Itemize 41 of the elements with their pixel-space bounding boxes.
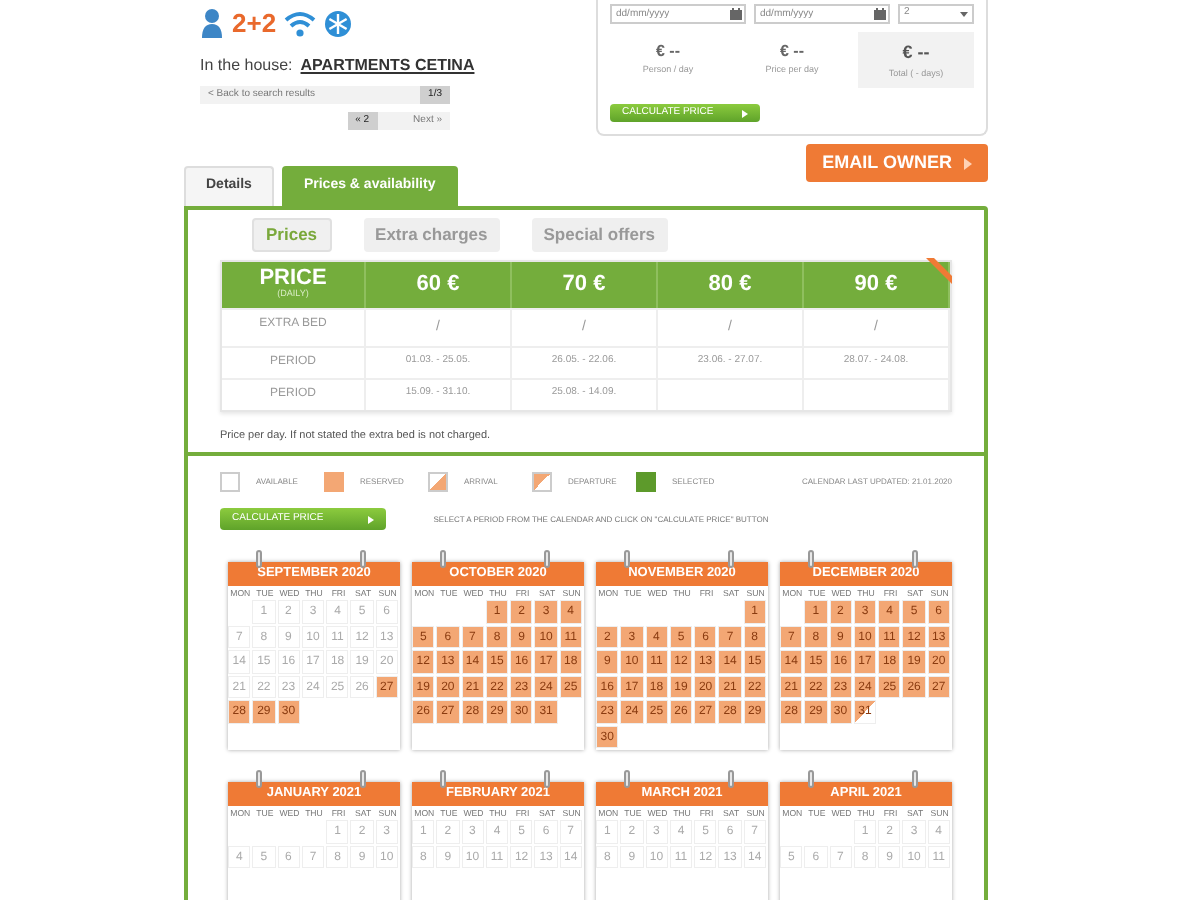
binder-ring-icon bbox=[360, 770, 366, 789]
play-icon bbox=[367, 515, 374, 524]
house-label: In the house: bbox=[200, 54, 293, 78]
play-icon bbox=[741, 109, 748, 118]
binder-ring-icon bbox=[808, 770, 814, 789]
binder-ring-icon bbox=[624, 550, 630, 569]
house-link[interactable]: APARTMENTS CETINA bbox=[300, 54, 475, 78]
email-owner-button[interactable]: EMAIL OWNER bbox=[806, 144, 988, 183]
binder-ring-icon bbox=[440, 770, 446, 789]
binder-ring-icon bbox=[728, 550, 734, 569]
binder-ring-icon bbox=[808, 550, 814, 569]
calendar-icon bbox=[730, 8, 742, 20]
binder-ring-icon bbox=[912, 550, 918, 569]
wifi-icon bbox=[284, 9, 317, 37]
binder-ring-icon bbox=[440, 550, 446, 569]
corner-ribbon-icon bbox=[926, 257, 952, 283]
subtab[interactable]: Extra charges bbox=[363, 217, 500, 251]
guest-count: 2+2 bbox=[232, 10, 277, 36]
binder-ring-icon bbox=[256, 770, 262, 789]
price-title: PRICE bbox=[257, 268, 329, 291]
price-value: 80 € bbox=[706, 273, 754, 295]
binder-ring-icon bbox=[544, 550, 550, 569]
price-value: € -- bbox=[654, 40, 682, 64]
price-value: 90 € bbox=[852, 273, 900, 295]
snowflake-icon bbox=[324, 9, 353, 37]
caret-icon bbox=[960, 11, 968, 17]
subtab[interactable]: Special offers bbox=[531, 217, 668, 251]
play-icon bbox=[964, 157, 972, 170]
price-value: € -- bbox=[778, 40, 806, 64]
binder-ring-icon bbox=[624, 770, 630, 789]
binder-ring-icon bbox=[544, 770, 550, 789]
binder-ring-icon bbox=[360, 550, 366, 569]
subtab[interactable]: Prices bbox=[252, 217, 332, 251]
binder-ring-icon bbox=[256, 550, 262, 569]
calendar-icon bbox=[874, 8, 886, 20]
price-value: 60 € bbox=[414, 273, 462, 295]
person-icon bbox=[200, 8, 224, 38]
price-value: 70 € bbox=[560, 273, 608, 295]
binder-ring-icon bbox=[912, 770, 918, 789]
price-value: € -- bbox=[900, 40, 932, 66]
binder-ring-icon bbox=[728, 770, 734, 789]
